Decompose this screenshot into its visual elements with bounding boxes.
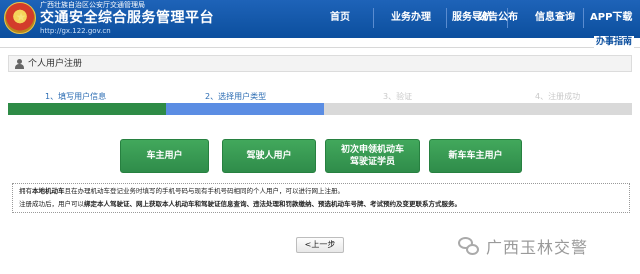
button-label: 初次申领机动车 (340, 145, 404, 155)
site-header: ★ 广西壮族自治区公安厅交通管理局 交通安全综合服务管理平台 http://gx… (0, 0, 640, 38)
site-title: 交通安全综合服务管理平台 (40, 10, 214, 26)
site-url: http://gx.122.gov.cn (40, 27, 111, 35)
nav-divider (583, 8, 584, 28)
button-label: 新车车主用户 (448, 151, 503, 161)
section-title: 个人用户注册 (28, 59, 83, 69)
car-owner-button[interactable]: 车主用户 (120, 139, 209, 173)
step-4-label: 4、注册成功 (535, 92, 581, 101)
wechat-icon (458, 237, 480, 257)
button-label-line2: 驾驶证学员 (349, 157, 395, 167)
step-1-label: 1、填写用户信息 (45, 92, 107, 101)
previous-step-button[interactable]: <上一步 (296, 237, 344, 253)
notice-line-2: 注册成功后，用户可以绑定本人驾驶证、网上获取本人机动车和驾驶证信息查询、违法处理… (19, 200, 461, 209)
section-header: 个人用户注册 (8, 55, 632, 72)
notice-line-1: 拥有本地机动车且在办理机动车登记业务时填写的手机号码与现有手机号码相同的个人用户… (19, 187, 344, 196)
driver-button[interactable]: 驾驶人用户 (222, 139, 316, 173)
step-3-4-bar (324, 103, 632, 115)
registration-notice: 拥有本地机动车且在办理机动车登记业务时填写的手机号码与现有手机号码相同的个人用户… (12, 183, 630, 213)
new-car-owner-button[interactable]: 新车车主用户 (429, 139, 522, 173)
new-learner-button[interactable]: 初次申领机动车 驾驶证学员 (325, 139, 420, 173)
nav-info-query[interactable]: 信息查询 (535, 11, 575, 25)
nav-business[interactable]: 业务办理 (391, 11, 431, 25)
user-icon (15, 59, 24, 69)
button-label: 车主用户 (146, 151, 183, 161)
notice-text: 且在办理机动车登记业务时填写的手机号码与现有手机号码相同的个人用户，可以进行网上… (64, 187, 345, 195)
sub-strip (0, 38, 640, 48)
notice-bold: 绑定本人驾驶证、网上获取本人机动车和驾驶证信息查询、违法处理和罚款缴纳、预选机动… (84, 200, 461, 208)
step-2-label: 2、选择用户类型 (205, 92, 267, 101)
step-2-bar (166, 103, 324, 115)
step-3-label: 3、验证 (383, 92, 413, 101)
page: ★ 广西壮族自治区公安厅交通管理局 交通安全综合服务管理平台 http://gx… (0, 0, 640, 274)
step-1-bar (8, 103, 166, 115)
nav-divider (373, 8, 374, 28)
nav-home[interactable]: 首页 (330, 11, 350, 25)
watermark-text: 广西玉林交警 (486, 238, 589, 257)
header-org: 广西壮族自治区公安厅交通管理局 (40, 1, 145, 9)
nav-announcements[interactable]: 公告公布 (478, 11, 518, 25)
notice-bold: 本地机动车 (32, 187, 65, 195)
notice-text: 拥有 (19, 187, 32, 195)
notice-text: 注册成功后，用户可以 (19, 200, 84, 208)
nav-divider (446, 8, 447, 28)
guide-link[interactable]: 办事指南 (593, 36, 634, 48)
nav-app-download[interactable]: APP下载 (590, 11, 632, 25)
button-label: 驾驶人用户 (246, 151, 292, 161)
police-emblem-icon: ★ (4, 2, 36, 34)
